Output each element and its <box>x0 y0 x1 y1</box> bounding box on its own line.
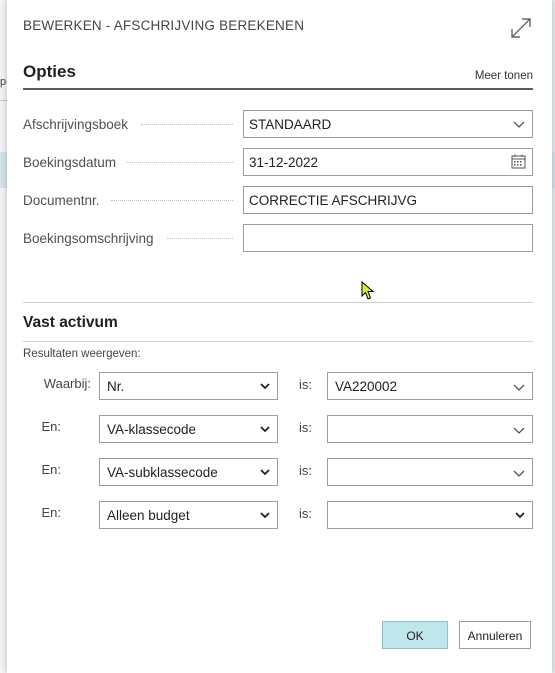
document-no-value: CORRECTIE AFSCHRIJVG <box>249 193 418 208</box>
field-label-depreciation-book: Afschrijvingsboek <box>23 117 129 132</box>
chevron-down-icon <box>512 117 526 134</box>
is-label: is: <box>299 463 312 478</box>
chevron-down-icon <box>514 509 526 524</box>
posting-date-value: 31-12-2022 <box>249 155 319 170</box>
posting-description-input[interactable] <box>243 224 533 252</box>
filter-label: En: <box>41 462 61 477</box>
options-heading: Opties <box>23 62 76 81</box>
filter-field-select[interactable]: VA-subklassecode <box>99 458 278 486</box>
chevron-down-icon <box>259 423 271 438</box>
background-text: p <box>0 76 7 88</box>
dialog: BEWERKEN - AFSCHRIJVING BEREKENEN Opties… <box>7 0 552 673</box>
leader-dots <box>127 162 233 163</box>
filter-value-dropdown[interactable] <box>327 415 533 443</box>
filter-field-select[interactable]: Alleen budget <box>99 501 278 529</box>
is-label: is: <box>299 506 312 521</box>
chevron-down-icon <box>512 466 526 483</box>
background-page-edge: p <box>0 0 7 673</box>
filter-label: En: <box>41 505 61 520</box>
filter-value-dropdown[interactable]: VA220002 <box>327 372 533 400</box>
leader-dots <box>111 200 233 201</box>
expand-icon[interactable] <box>509 16 533 40</box>
filter-value-dropdown[interactable] <box>327 458 533 486</box>
cancel-button[interactable]: Annuleren <box>459 621 531 649</box>
chevron-down-icon <box>259 466 271 481</box>
options-section-header: Opties Meer tonen <box>23 62 533 90</box>
filter-value-select[interactable] <box>327 501 533 529</box>
show-more-link[interactable]: Meer tonen <box>475 70 533 82</box>
chevron-down-icon <box>259 380 271 395</box>
filter-field-value: VA-klassecode <box>107 422 197 437</box>
leader-dots <box>167 238 233 239</box>
filter-field-select[interactable]: VA-klassecode <box>99 415 278 443</box>
filter-field-value: Nr. <box>107 379 125 394</box>
fixed-asset-section-header: Vast activum <box>23 314 533 342</box>
section-divider <box>23 302 533 303</box>
background-divider <box>0 100 7 101</box>
chevron-down-icon <box>512 423 526 440</box>
filter-field-value: VA-subklassecode <box>107 465 218 480</box>
leader-dots <box>141 124 233 125</box>
is-label: is: <box>299 377 312 392</box>
fixed-asset-heading: Vast activum <box>23 314 118 331</box>
chevron-down-icon <box>512 380 526 397</box>
show-results-label: Resultaten weergeven: <box>23 348 141 360</box>
mouse-pointer-icon <box>361 280 375 306</box>
field-label-posting-description: Boekingsomschrijving <box>23 231 154 246</box>
field-label-posting-date: Boekingsdatum <box>23 155 117 170</box>
depreciation-book-value: STANDAARD <box>249 117 332 132</box>
dialog-title: BEWERKEN - AFSCHRIJVING BEREKENEN <box>23 18 305 33</box>
depreciation-book-dropdown[interactable]: STANDAARD <box>243 110 533 138</box>
is-label: is: <box>299 420 312 435</box>
filter-field-value: Alleen budget <box>107 508 190 523</box>
posting-date-input[interactable]: 31-12-2022 <box>243 148 533 176</box>
document-no-input[interactable]: CORRECTIE AFSCHRIJVG <box>243 186 533 214</box>
filter-value: VA220002 <box>335 379 398 394</box>
field-label-document-no: Documentnr. <box>23 193 100 208</box>
calendar-icon[interactable] <box>511 154 526 172</box>
filter-field-select[interactable]: Nr. <box>99 372 278 400</box>
filter-label: Waarbij: <box>43 376 91 391</box>
chevron-down-icon <box>259 509 271 524</box>
ok-button[interactable]: OK <box>382 621 448 649</box>
filter-label: En: <box>41 419 61 434</box>
